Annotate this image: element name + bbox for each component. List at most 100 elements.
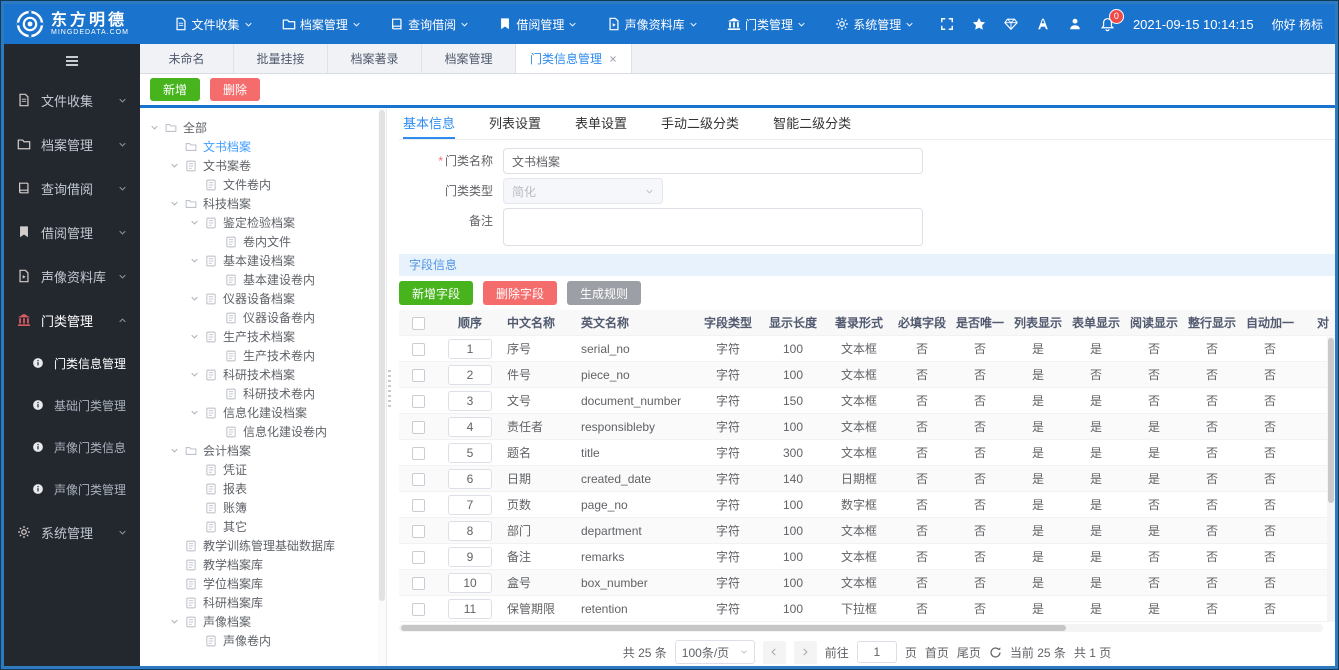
tree-node-20[interactable]: 账簿 (150, 498, 378, 517)
tree-node-11[interactable]: 生产技术档案 (150, 327, 378, 346)
workspace-tab-2[interactable]: 档案著录 (328, 44, 422, 73)
order-input[interactable]: 4 (448, 416, 492, 437)
order-input[interactable]: 2 (448, 364, 492, 385)
chevron-down-icon[interactable] (170, 199, 185, 208)
detail-tab-4[interactable]: 智能二级分类 (773, 108, 851, 139)
chevron-down-icon[interactable] (190, 332, 205, 341)
tree-node-22[interactable]: 教学训练管理基础数据库 (150, 536, 378, 555)
table-horizontal-scrollbar[interactable] (399, 624, 1323, 632)
row-checkbox[interactable] (411, 394, 425, 408)
tree-node-25[interactable]: 科研档案库 (150, 593, 378, 612)
star-icon[interactable] (972, 17, 986, 31)
select-all-checkbox[interactable] (411, 316, 425, 330)
tree-node-16[interactable]: 信息化建设卷内 (150, 422, 378, 441)
detail-tab-0[interactable]: 基本信息 (403, 108, 456, 139)
generate-rule-button[interactable]: 生成规则 (567, 281, 642, 305)
order-input[interactable]: 11 (448, 598, 492, 619)
order-input[interactable]: 6 (448, 468, 492, 489)
tree-node-7[interactable]: 基本建设档案 (150, 251, 378, 270)
order-input[interactable]: 8 (448, 520, 492, 541)
chevron-down-icon[interactable] (190, 218, 205, 227)
row-checkbox[interactable] (411, 550, 425, 564)
tree-node-6[interactable]: 卷内文件 (150, 232, 378, 251)
category-type-select[interactable]: 简化 (503, 178, 663, 204)
chevron-down-icon[interactable] (190, 408, 205, 417)
order-input[interactable]: 10 (448, 572, 492, 593)
topbar-menu-item-0[interactable]: 文件收集 (174, 16, 253, 33)
detail-tab-2[interactable]: 表单设置 (575, 108, 627, 139)
sidebar-collapse-button[interactable] (4, 44, 140, 78)
tree-node-0[interactable]: 全部 (150, 118, 378, 137)
tree-node-2[interactable]: 文书案卷 (150, 156, 378, 175)
table-hscroll-thumb[interactable] (401, 625, 1067, 631)
refresh-icon[interactable] (989, 646, 1002, 659)
order-input[interactable]: 5 (448, 442, 492, 463)
tree-node-5[interactable]: 鉴定检验档案 (150, 213, 378, 232)
tree-node-15[interactable]: 信息化建设档案 (150, 403, 378, 422)
remark-textarea[interactable] (503, 208, 923, 246)
sidebar-item-5[interactable]: 门类管理 (4, 298, 140, 342)
tree-node-9[interactable]: 仪器设备档案 (150, 289, 378, 308)
gem-icon[interactable] (1004, 17, 1018, 31)
detail-tab-3[interactable]: 手动二级分类 (661, 108, 739, 139)
workspace-tab-3[interactable]: 档案管理 (422, 44, 516, 73)
tree-node-19[interactable]: 报表 (150, 479, 378, 498)
close-icon[interactable] (609, 55, 617, 63)
chevron-down-icon[interactable] (150, 123, 165, 132)
topbar-menu-item-3[interactable]: 借阅管理 (498, 16, 577, 33)
sidebar-subitem-5-2[interactable]: 声像门类信息 (4, 426, 140, 468)
row-checkbox[interactable] (411, 342, 425, 356)
table-vscroll-thumb[interactable] (1328, 338, 1334, 504)
chevron-down-icon[interactable] (190, 370, 205, 379)
sidebar-item-3[interactable]: 借阅管理 (4, 210, 140, 254)
tree-node-21[interactable]: 其它 (150, 517, 378, 536)
page-number-input[interactable] (856, 641, 897, 663)
sidebar-item-2[interactable]: 查询借阅 (4, 166, 140, 210)
tree-node-4[interactable]: 科技档案 (150, 194, 378, 213)
tree-node-3[interactable]: 文件卷内 (150, 175, 378, 194)
sidebar-item-6[interactable]: 系统管理 (4, 510, 140, 554)
workspace-tab-0[interactable]: 未命名 (140, 44, 234, 73)
detail-tab-1[interactable]: 列表设置 (489, 108, 541, 139)
row-checkbox[interactable] (411, 472, 425, 486)
table-vertical-scrollbar[interactable] (1327, 337, 1335, 622)
delete-button[interactable]: 删除 (210, 78, 261, 101)
chevron-down-icon[interactable] (190, 294, 205, 303)
topbar-menu-item-2[interactable]: 查询借阅 (390, 16, 469, 33)
tree-node-14[interactable]: 科研技术卷内 (150, 384, 378, 403)
row-checkbox[interactable] (411, 368, 425, 382)
add-button[interactable]: 新增 (150, 78, 201, 101)
delete-field-button[interactable]: 删除字段 (483, 281, 558, 305)
workspace-tab-4[interactable]: 门类信息管理 (516, 44, 633, 73)
row-checkbox[interactable] (411, 420, 425, 434)
tree-scrollbar-thumb[interactable] (379, 110, 385, 602)
order-input[interactable]: 7 (448, 494, 492, 515)
sidebar-item-0[interactable]: 文件收集 (4, 78, 140, 122)
prev-page-button[interactable] (762, 640, 786, 664)
topbar-menu-item-6[interactable]: 系统管理 (835, 16, 914, 33)
row-checkbox[interactable] (411, 446, 425, 460)
row-checkbox[interactable] (411, 498, 425, 512)
row-checkbox[interactable] (411, 524, 425, 538)
first-page-link[interactable]: 首页 (925, 644, 949, 661)
chevron-down-icon[interactable] (190, 256, 205, 265)
fullscreen-icon[interactable] (940, 17, 954, 31)
row-checkbox[interactable] (411, 576, 425, 590)
tree-node-18[interactable]: 凭证 (150, 460, 378, 479)
tree-node-17[interactable]: 会计档案 (150, 441, 378, 460)
tree-node-27[interactable]: 声像卷内 (150, 631, 378, 650)
chevron-down-icon[interactable] (170, 446, 185, 455)
tree-node-23[interactable]: 教学档案库 (150, 555, 378, 574)
order-input[interactable]: 1 (448, 338, 492, 359)
bell-icon[interactable]: 0 (1100, 8, 1124, 32)
tree-node-13[interactable]: 科研技术档案 (150, 365, 378, 384)
next-page-button[interactable] (793, 640, 817, 664)
add-field-button[interactable]: 新增字段 (399, 281, 474, 305)
page-size-select[interactable]: 100条/页 (674, 640, 755, 664)
tree-node-24[interactable]: 学位档案库 (150, 574, 378, 593)
tree-node-10[interactable]: 仪器设备卷内 (150, 308, 378, 327)
sidebar-item-4[interactable]: 声像资料库 (4, 254, 140, 298)
font-icon[interactable] (1036, 17, 1050, 31)
topbar-menu-item-1[interactable]: 档案管理 (282, 16, 361, 33)
chevron-down-icon[interactable] (170, 161, 185, 170)
